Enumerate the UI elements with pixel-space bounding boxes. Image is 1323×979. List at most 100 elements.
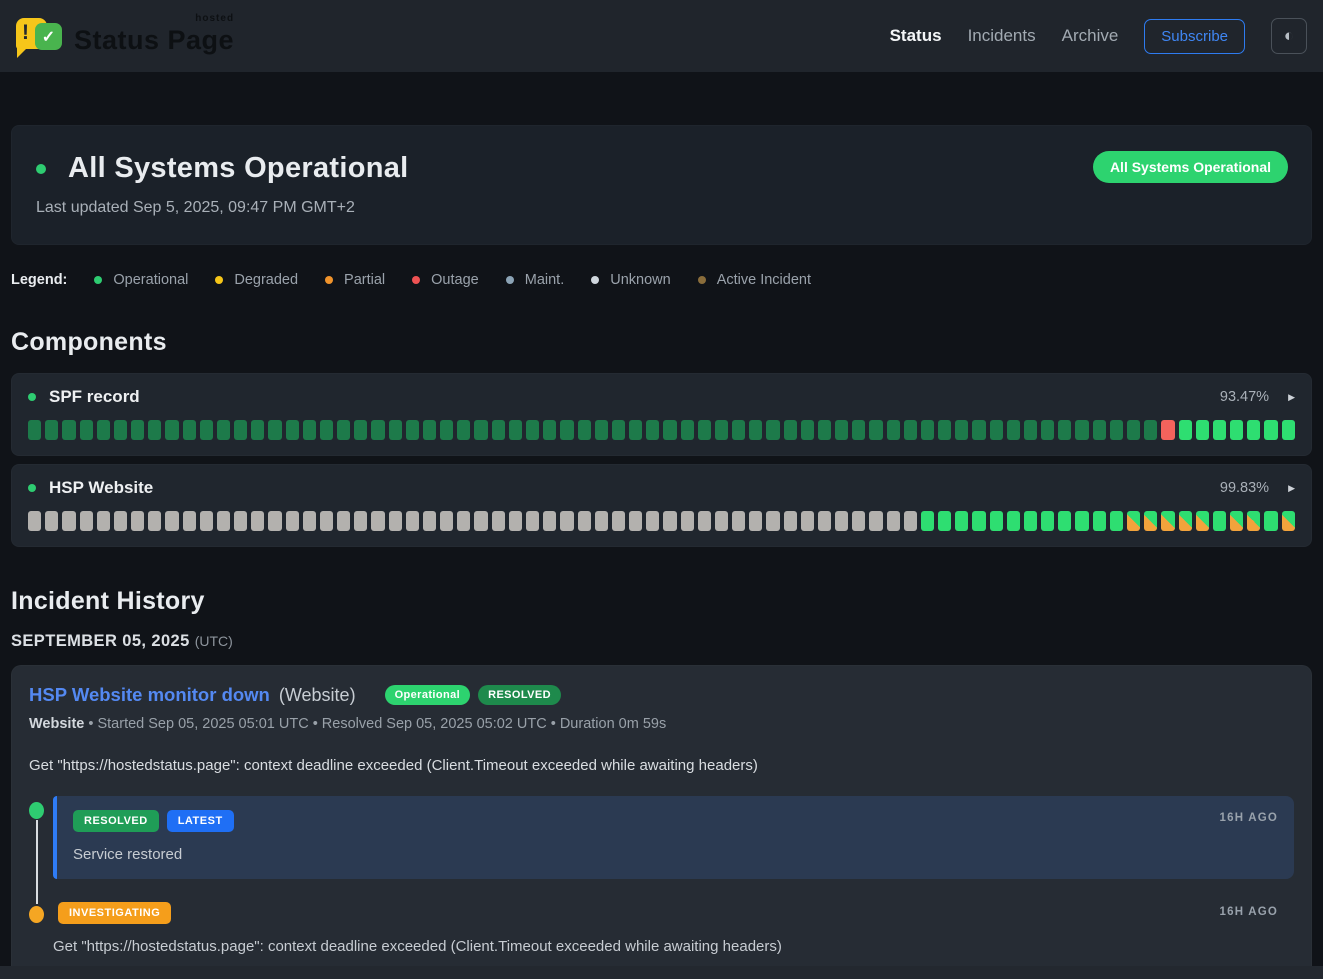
uptime-bar-opd [251,420,264,440]
uptime-bar-nd [818,511,831,531]
uptime-bar-opd [457,420,470,440]
nav-item-incidents[interactable]: Incidents [968,26,1036,46]
legend-dot-icon [412,276,420,284]
components-heading: Components [11,328,1312,357]
uptime-bar-nd [715,511,728,531]
incident-timeline: RESOLVEDLATEST 16H AGO Service restored … [29,796,1294,955]
update-badges: RESOLVEDLATEST [73,810,1278,832]
uptime-bar-opd [286,420,299,440]
legend-item: Partial [325,272,385,288]
uptime-bar-opd [612,420,625,440]
uptime-bar-op [972,511,985,531]
uptime-bar-opd [887,420,900,440]
uptime-bar-op [1196,420,1209,440]
legend-item: Outage [412,272,479,288]
brand: ! ✓ hosted Status Page [16,14,234,58]
incident-title-link[interactable]: HSP Website monitor down [29,684,270,706]
incident-date-timezone: (UTC) [195,633,233,649]
nav-item-archive[interactable]: Archive [1062,26,1119,46]
uptime-bar-opd [1144,420,1157,440]
uptime-bar-opd [492,420,505,440]
uptime-bar-deg [1247,511,1260,531]
uptime-bar-opd [578,420,591,440]
uptime-bar-opd [148,420,161,440]
component-card: SPF record 93.47% ▶ [11,373,1312,456]
update-message: Get "https://hostedstatus.page": context… [53,938,1278,955]
theme-toggle-button[interactable]: ◐ [1271,18,1307,54]
uptime-bar-nd [28,511,41,531]
uptime-bar-nd [852,511,865,531]
update-badge-resolved: RESOLVED [73,810,159,832]
legend-item: Unknown [591,272,670,288]
update-badges: INVESTIGATING [58,902,1278,924]
component-header[interactable]: HSP Website 99.83% ▶ [28,478,1295,498]
uptime-bars [28,420,1295,440]
uptime-bar-op [1264,420,1277,440]
legend-dot-icon [94,276,102,284]
incident-badge-operational: Operational [385,685,471,705]
uptime-bar-nd [543,511,556,531]
uptime-bar-nd [578,511,591,531]
uptime-bar-op [921,511,934,531]
component-uptime-percent: 99.83% [1220,480,1269,496]
incident-card: HSP Website monitor down (Website) Opera… [11,665,1312,976]
uptime-bar-opd [509,420,522,440]
uptime-bar-opd [389,420,402,440]
legend: Legend: OperationalDegradedPartialOutage… [11,272,1312,288]
expand-arrow-icon[interactable]: ▶ [1288,392,1295,403]
uptime-bar-op [1024,511,1037,531]
uptime-bar-nd [904,511,917,531]
uptime-bar-nd [62,511,75,531]
subscribe-button[interactable]: Subscribe [1144,19,1245,54]
uptime-bar-nd [560,511,573,531]
uptime-bars [28,511,1295,531]
uptime-bar-op [1213,420,1226,440]
uptime-bar-op [1264,511,1277,531]
uptime-bar-nd [663,511,676,531]
uptime-bar-opd [921,420,934,440]
uptime-bar-opd [972,420,985,440]
uptime-bar-nd [114,511,127,531]
expand-arrow-icon[interactable]: ▶ [1288,483,1295,494]
uptime-bar-opd [1024,420,1037,440]
uptime-bar-nd [303,511,316,531]
uptime-bar-opd [1075,420,1088,440]
uptime-bar-nd [646,511,659,531]
uptime-bar-opd [526,420,539,440]
uptime-bar-out [1161,420,1174,440]
uptime-bar-deg [1282,511,1295,531]
uptime-bar-nd [371,511,384,531]
incident-update: RESOLVEDLATEST 16H AGO Service restored [53,796,1294,879]
nav-item-status[interactable]: Status [890,26,942,46]
uptime-bar-opd [595,420,608,440]
uptime-bar-opd [801,420,814,440]
uptime-bar-opd [234,420,247,440]
incident-badge-resolved: RESOLVED [478,685,561,705]
uptime-bar-nd [749,511,762,531]
update-status-dot [29,802,44,819]
uptime-bar-nd [320,511,333,531]
timeline-connector-line [36,820,38,904]
uptime-bar-opd [990,420,1003,440]
header: ! ✓ hosted Status Page Status Incidents Ar… [0,0,1323,72]
incident-history-heading: Incident History [11,587,1312,616]
uptime-bar-opd [784,420,797,440]
uptime-bar-opd [646,420,659,440]
component-status-dot [28,484,36,492]
uptime-bar-op [990,511,1003,531]
component-name: HSP Website [49,478,153,498]
uptime-bar-opd [1058,420,1071,440]
uptime-bar-opd [371,420,384,440]
incident-badges: Operational RESOLVED [375,685,561,705]
uptime-bar-opd [869,420,882,440]
uptime-bar-nd [286,511,299,531]
uptime-bar-nd [629,511,642,531]
uptime-bar-opd [1127,420,1140,440]
uptime-bar-nd [80,511,93,531]
legend-dot-icon [591,276,599,284]
component-header[interactable]: SPF record 93.47% ▶ [28,387,1295,407]
uptime-bar-nd [165,511,178,531]
uptime-bar-nd [887,511,900,531]
uptime-bar-opd [663,420,676,440]
uptime-bar-opd [474,420,487,440]
